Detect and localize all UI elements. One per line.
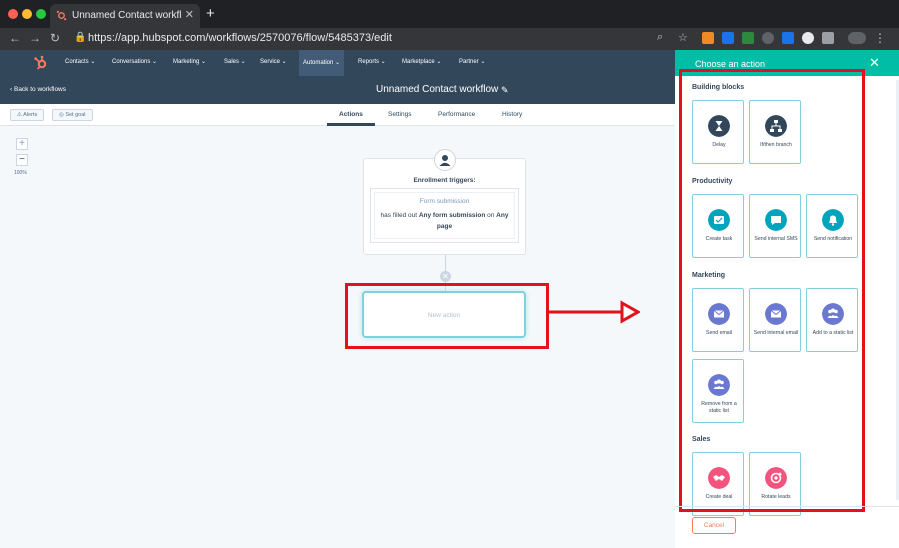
hubspot-logo-icon[interactable]	[33, 55, 49, 71]
edit-pencil-icon[interactable]: ✎	[501, 85, 509, 96]
contact-avatar-icon	[434, 149, 456, 171]
annotation-highlight-box	[679, 69, 865, 512]
zoom-in-button[interactable]: +	[16, 138, 28, 150]
annotation-arrow-icon	[548, 300, 640, 324]
workflow-canvas[interactable]	[0, 126, 675, 548]
trigger-type: Form submission	[419, 198, 470, 205]
minimize-window-icon[interactable]	[22, 9, 32, 19]
tab-title: Unnamed Contact workflow | H	[72, 10, 182, 21]
new-tab-icon[interactable]: +	[206, 5, 215, 22]
trigger-title: Enrollment triggers:	[413, 177, 476, 184]
tab-history[interactable]: History	[502, 111, 522, 118]
cancel-button[interactable]: Cancel	[692, 517, 736, 534]
search-icon[interactable]: ⌕	[657, 31, 663, 44]
zoom-out-button[interactable]: −	[16, 154, 28, 166]
hubspot-favicon-icon	[56, 10, 67, 21]
back-arrow-icon[interactable]: ←	[9, 31, 21, 45]
panel-title: Choose an action	[695, 59, 766, 69]
nav-automation[interactable]: Automation ⌄	[299, 50, 345, 76]
browser-tabstrip: Unnamed Contact workflow | H ✕ +	[0, 0, 899, 28]
close-window-icon[interactable]	[8, 9, 18, 19]
set-goal-button[interactable]: ◎ Set goal	[52, 109, 93, 121]
nav-marketplace[interactable]: Marketplace ⌄	[402, 58, 441, 65]
nav-conversations[interactable]: Conversations ⌄	[112, 58, 157, 65]
nav-reports[interactable]: Reports ⌄	[358, 58, 386, 65]
menu-dots-icon[interactable]: ⋮	[874, 31, 886, 45]
nav-partner[interactable]: Partner ⌄	[459, 58, 485, 65]
url-text: https://app.hubspot.com/workflows/257007…	[88, 32, 392, 44]
tab-actions[interactable]: Actions	[339, 111, 363, 118]
bookmark-star-icon[interactable]: ☆	[678, 31, 688, 44]
reload-icon[interactable]: ↻	[50, 31, 60, 45]
annotation-highlight-box	[345, 283, 549, 349]
tab-settings[interactable]: Settings	[388, 111, 412, 118]
nav-sales[interactable]: Sales ⌄	[224, 58, 246, 65]
tab-performance[interactable]: Performance	[438, 111, 475, 118]
back-to-workflows-link[interactable]: ‹ Back to workflows	[10, 86, 66, 93]
lock-icon: 🔒	[74, 32, 87, 43]
tab-close-icon[interactable]: ✕	[185, 8, 194, 21]
close-icon[interactable]: ✕	[869, 55, 880, 71]
profile-icon[interactable]	[848, 32, 866, 44]
nav-contacts[interactable]: Contacts ⌄	[65, 58, 95, 65]
browser-toolbar: ← → ↻ 🔒 https://app.hubspot.com/workflow…	[0, 28, 899, 50]
extension-icon[interactable]	[702, 32, 714, 44]
extension-icon[interactable]	[822, 32, 834, 44]
workflow-subbar: ⚠ Alerts ◎ Set goal Actions Settings Per…	[0, 104, 675, 126]
nav-marketing[interactable]: Marketing ⌄	[173, 58, 206, 65]
extension-icon[interactable]	[762, 32, 774, 44]
nav-service[interactable]: Service ⌄	[260, 58, 287, 65]
address-bar[interactable]: 🔒 https://app.hubspot.com/workflows/2570…	[74, 31, 670, 47]
trigger-description: has filled out Any form submission on An…	[380, 212, 509, 230]
workflow-title[interactable]: Unnamed Contact workflow	[376, 84, 498, 95]
screen: Unnamed Contact workflow | H ✕ + ← → ↻ 🔒…	[0, 0, 899, 548]
extension-icon[interactable]	[782, 32, 794, 44]
remove-step-icon[interactable]: ✕	[440, 271, 451, 282]
maximize-window-icon[interactable]	[36, 9, 46, 19]
extension-icon[interactable]	[722, 32, 734, 44]
alerts-button[interactable]: ⚠ Alerts	[10, 109, 45, 121]
extension-icon[interactable]	[742, 32, 754, 44]
forward-arrow-icon[interactable]: →	[29, 31, 41, 45]
browser-tab[interactable]: Unnamed Contact workflow | H ✕	[50, 4, 200, 28]
zoom-level: 100%	[14, 170, 27, 176]
extension-icon[interactable]	[802, 32, 814, 44]
panel-footer-divider	[675, 506, 899, 507]
